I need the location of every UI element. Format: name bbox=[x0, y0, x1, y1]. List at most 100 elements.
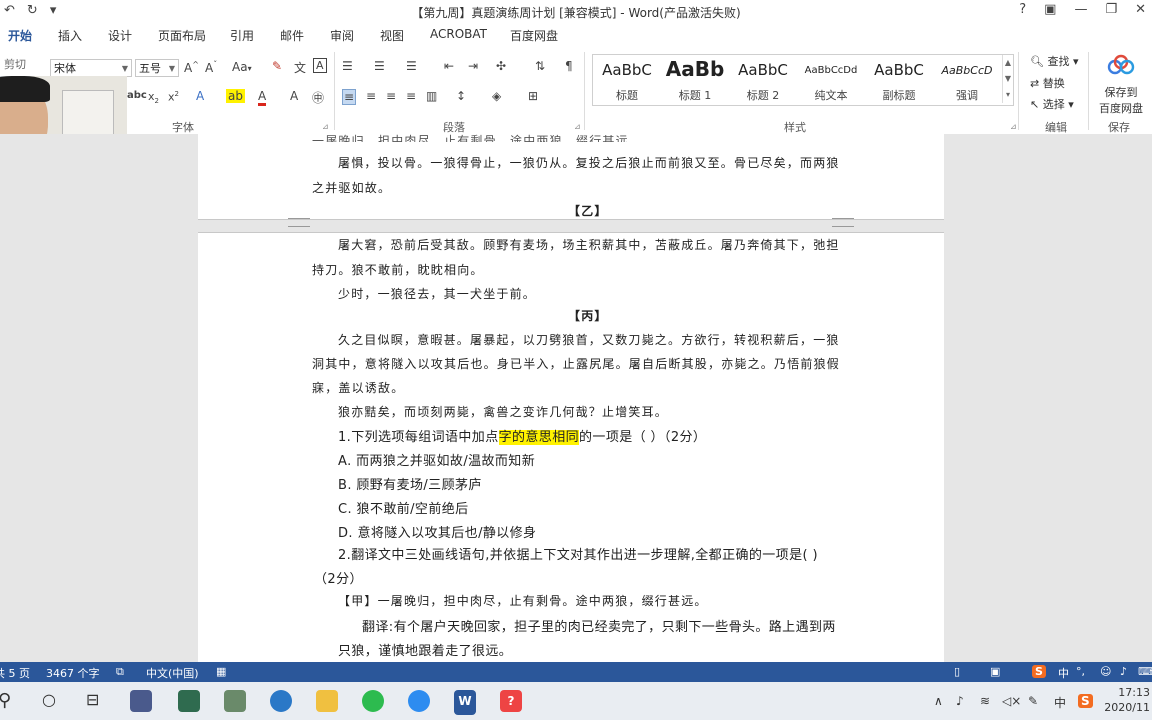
highlight-color-icon[interactable]: ab bbox=[226, 89, 245, 103]
tab-baidu-netdisk[interactable]: 百度网盘 bbox=[510, 27, 558, 44]
proofing-icon[interactable]: ⧉ bbox=[116, 665, 124, 679]
line-spacing-icon[interactable]: ↕ bbox=[456, 89, 466, 103]
zoom-icon[interactable] bbox=[408, 690, 430, 712]
baidu-cloud-icon[interactable] bbox=[1106, 54, 1136, 76]
sort-icon[interactable]: ⇅ bbox=[535, 59, 545, 73]
language[interactable]: 中文(中国) bbox=[146, 665, 199, 681]
document-area: 一屠晚归，担中肉尽，止有剩骨。途中两狼，缀行甚远。 屠惧，投以骨。一狼得骨止，一… bbox=[0, 134, 1152, 662]
tab-insert[interactable]: 插入 bbox=[58, 27, 82, 44]
word-count[interactable]: 3467 个字 bbox=[46, 665, 100, 681]
print-layout-icon[interactable]: ▣ bbox=[990, 665, 1000, 678]
tab-page-layout[interactable]: 页面布局 bbox=[158, 27, 206, 44]
style-plain-text[interactable]: AaBbCcDd 纯文本 bbox=[797, 55, 865, 103]
character-border-icon[interactable]: A bbox=[313, 58, 327, 73]
emoji-icon[interactable]: ☺ bbox=[1100, 665, 1111, 678]
tab-acrobat[interactable]: ACROBAT bbox=[430, 27, 487, 41]
macro-icon[interactable]: ▦ bbox=[216, 665, 226, 678]
tab-review[interactable]: 审阅 bbox=[330, 27, 354, 44]
sogou-tray-icon[interactable]: S bbox=[1078, 694, 1093, 708]
bullets-icon[interactable]: ☰ bbox=[342, 59, 353, 73]
show-marks-icon[interactable]: ¶ bbox=[565, 59, 573, 73]
browser-icon[interactable] bbox=[270, 690, 292, 712]
cut-button[interactable]: 剪切 bbox=[4, 56, 26, 72]
minimize-icon[interactable]: — bbox=[1074, 2, 1087, 17]
replace-button[interactable]: ⇄ 替换 bbox=[1030, 75, 1065, 91]
pen-icon[interactable]: ✎ bbox=[1028, 694, 1038, 708]
sogou-ime-icon[interactable]: S bbox=[1032, 665, 1046, 678]
read-mode-icon[interactable]: ▯ bbox=[954, 665, 960, 678]
title-bar: ↶ ↻ ▾ 【第九周】真题演练周计划 [兼容模式] - Word(产品激活失败)… bbox=[0, 0, 1152, 24]
volume-icon[interactable]: ◁× bbox=[1002, 694, 1021, 708]
help-icon[interactable]: ? bbox=[1019, 2, 1026, 17]
shrink-font-icon[interactable]: Aˇ bbox=[205, 60, 217, 75]
paragraph-dialog-launcher-icon[interactable]: ⊿ bbox=[574, 122, 581, 131]
tab-view[interactable]: 视图 bbox=[380, 27, 404, 44]
style-heading-1[interactable]: AaBb 标题 1 bbox=[661, 55, 729, 103]
wechat-icon[interactable] bbox=[362, 690, 384, 712]
align-right-icon[interactable]: ≡ bbox=[386, 89, 396, 103]
strikethrough-icon[interactable]: abc bbox=[127, 90, 147, 101]
asian-layout-icon[interactable]: ✣ bbox=[496, 59, 506, 73]
keyboard-icon[interactable]: ⌨ bbox=[1138, 665, 1152, 678]
grow-font-icon[interactable]: A^ bbox=[184, 60, 199, 75]
task-view-icon[interactable]: ⊟ bbox=[86, 690, 99, 709]
style-title[interactable]: AaBbC 标题 bbox=[593, 55, 661, 103]
cortana-icon[interactable]: ○ bbox=[42, 690, 56, 709]
status-bar: 共 5 页 3467 个字 ⧉ 中文(中国) ▦ ▯ ▣ S 中 °, ☺ ♪ … bbox=[0, 662, 1152, 682]
save-to-baidu-button[interactable]: 保存到 百度网盘 bbox=[1094, 84, 1148, 116]
font-color-icon[interactable]: A bbox=[258, 89, 267, 106]
styles-scroll[interactable]: ▲ ▼ ▾ bbox=[1002, 55, 1013, 103]
text-effects-icon[interactable]: A bbox=[196, 89, 204, 103]
justify-icon[interactable]: ≡ bbox=[406, 89, 416, 103]
app-icon[interactable]: ? bbox=[500, 690, 522, 712]
shading-icon[interactable]: ◈ bbox=[492, 89, 501, 103]
tab-references[interactable]: 引用 bbox=[230, 27, 254, 44]
punctuation-icon[interactable]: °, bbox=[1076, 665, 1085, 678]
ime-indicator[interactable]: 中 bbox=[1054, 694, 1066, 711]
align-left-icon[interactable]: ≡ bbox=[342, 89, 357, 105]
search-icon[interactable]: ⚲ bbox=[0, 690, 11, 711]
superscript-icon[interactable]: x2 bbox=[168, 90, 179, 104]
clear-format-icon[interactable]: ✎ bbox=[272, 59, 282, 73]
wifi-icon[interactable]: ≋ bbox=[980, 694, 990, 708]
align-center-icon[interactable]: ≡ bbox=[366, 89, 376, 103]
app-icon[interactable] bbox=[178, 690, 200, 712]
maximize-icon[interactable]: ❐ bbox=[1105, 2, 1117, 17]
tray-expand-icon[interactable]: ∧ bbox=[934, 694, 943, 708]
style-heading-2[interactable]: AaBbC 标题 2 bbox=[729, 55, 797, 103]
tab-mailings[interactable]: 邮件 bbox=[280, 27, 304, 44]
select-button[interactable]: ↖ 选择 ▾ bbox=[1030, 96, 1074, 112]
clock[interactable]: 17:13 2020/11 bbox=[1104, 685, 1150, 715]
styles-dialog-launcher-icon[interactable]: ⊿ bbox=[1010, 122, 1017, 131]
find-button[interactable]: 🔍︎ 查找 ▾ bbox=[1030, 53, 1079, 69]
style-subtitle[interactable]: AaBbC 副标题 bbox=[865, 55, 933, 103]
subscript-icon[interactable]: x2 bbox=[148, 90, 159, 105]
tray-mic-icon[interactable]: ♪ bbox=[956, 694, 964, 708]
file-explorer-icon[interactable] bbox=[316, 690, 338, 712]
enclose-characters-icon[interactable]: ㊥ bbox=[312, 89, 324, 106]
ime-mode[interactable]: 中 bbox=[1058, 665, 1069, 681]
word-app-icon[interactable]: W bbox=[454, 690, 476, 715]
distributed-icon[interactable]: ▥ bbox=[426, 89, 437, 103]
decrease-indent-icon[interactable]: ⇤ bbox=[444, 59, 454, 73]
font-name-select[interactable]: 宋体 ▼ bbox=[50, 59, 132, 77]
tab-home[interactable]: 开始 bbox=[8, 27, 33, 48]
style-name: 强调 bbox=[956, 89, 978, 102]
numbering-icon[interactable]: ☰ bbox=[374, 59, 385, 73]
mic-icon[interactable]: ♪ bbox=[1120, 665, 1127, 678]
phonetic-guide-icon[interactable]: 文 bbox=[294, 59, 306, 76]
character-shading-icon[interactable]: A bbox=[290, 89, 298, 103]
change-case-button[interactable]: Aa▾ bbox=[232, 60, 252, 74]
font-dialog-launcher-icon[interactable]: ⊿ bbox=[322, 122, 329, 131]
multilevel-list-icon[interactable]: ☰ bbox=[406, 59, 417, 73]
font-size-select[interactable]: 五号 ▼ bbox=[135, 59, 179, 77]
borders-icon[interactable]: ⊞ bbox=[528, 89, 538, 103]
close-icon[interactable]: ✕ bbox=[1135, 2, 1146, 17]
app-icon[interactable] bbox=[130, 690, 152, 712]
tab-design[interactable]: 设计 bbox=[108, 27, 132, 44]
page-count[interactable]: 共 5 页 bbox=[0, 665, 30, 681]
increase-indent-icon[interactable]: ⇥ bbox=[468, 59, 478, 73]
ribbon-display-icon[interactable]: ▣ bbox=[1044, 2, 1056, 17]
style-emphasis[interactable]: AaBbCcD 强调 bbox=[933, 55, 1001, 103]
app-icon[interactable] bbox=[224, 690, 246, 712]
